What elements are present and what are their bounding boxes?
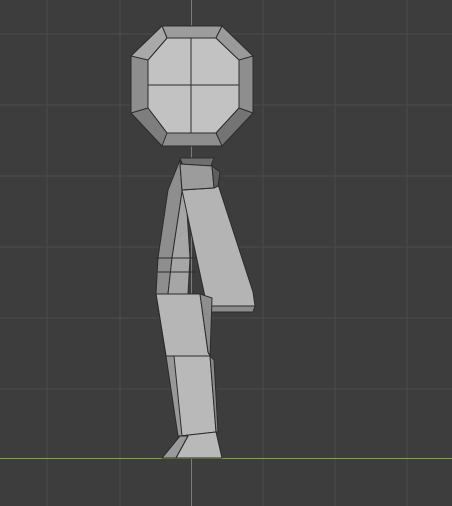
head-mesh[interactable] (130, 25, 254, 147)
lower-leg-mesh[interactable] (165, 355, 219, 437)
foot-mesh[interactable] (161, 431, 223, 459)
upper-leg-mesh[interactable] (155, 293, 213, 357)
viewport-canvas[interactable] (0, 0, 452, 506)
3d-viewport[interactable] (0, 0, 452, 506)
character-mesh[interactable] (130, 25, 256, 459)
